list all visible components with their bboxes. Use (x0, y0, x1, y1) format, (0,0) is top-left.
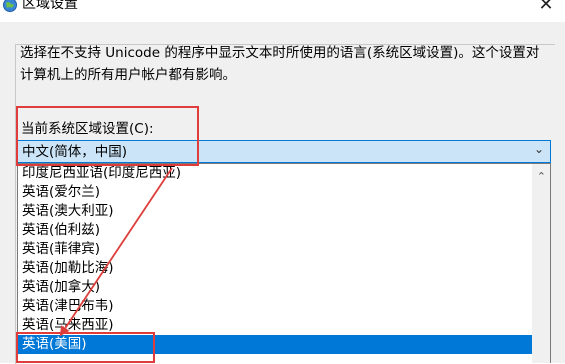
annotation-arrow (59, 167, 173, 337)
